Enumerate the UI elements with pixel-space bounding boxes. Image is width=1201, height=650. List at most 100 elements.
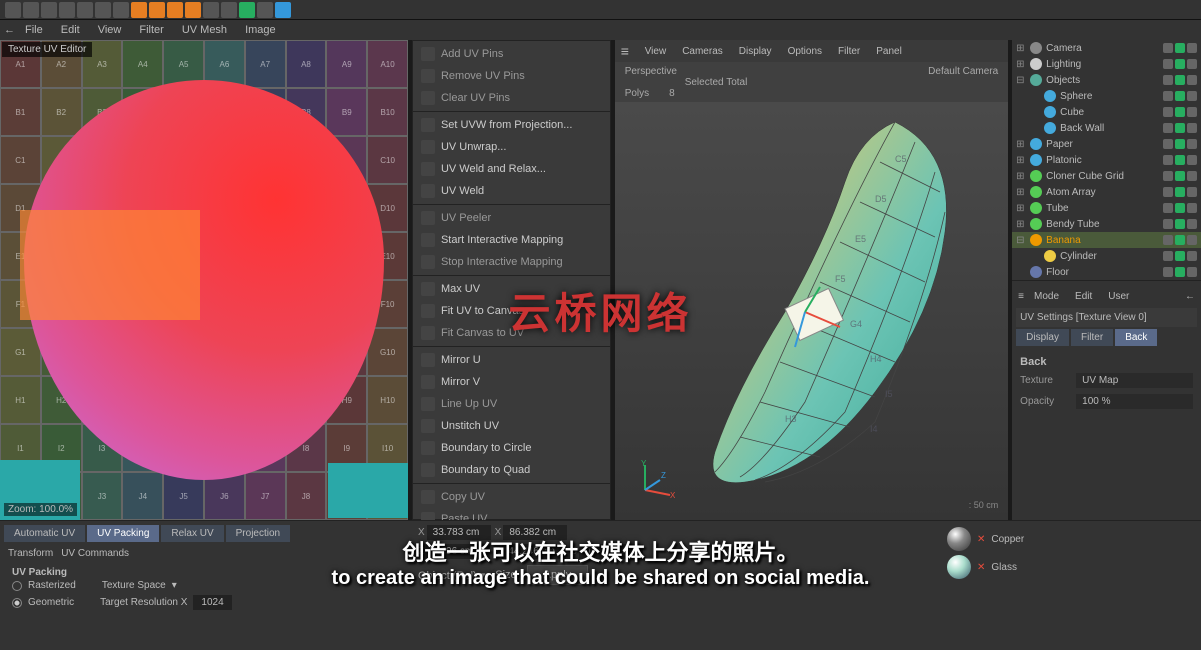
object-row[interactable]: ⊞Cloner Cube Grid bbox=[1012, 168, 1201, 184]
object-flag[interactable] bbox=[1187, 43, 1197, 53]
axis-gizmo[interactable]: X Y Z bbox=[635, 460, 675, 500]
uv-island-teal[interactable] bbox=[328, 463, 408, 518]
menu-item[interactable]: UV Weld and Relax... bbox=[413, 158, 610, 180]
expand-icon[interactable]: ⊞ bbox=[1016, 203, 1026, 214]
object-flag[interactable] bbox=[1163, 155, 1173, 165]
object-flag[interactable] bbox=[1187, 59, 1197, 69]
vp-menu-view[interactable]: View bbox=[639, 44, 673, 59]
object-flag[interactable] bbox=[1187, 187, 1197, 197]
object-row[interactable]: ⊟Objects bbox=[1012, 72, 1201, 88]
menu-view[interactable]: View bbox=[90, 22, 130, 38]
tool-icon[interactable] bbox=[185, 2, 201, 18]
object-flag[interactable] bbox=[1163, 171, 1173, 181]
object-row[interactable]: ⊞Paper bbox=[1012, 136, 1201, 152]
expand-icon[interactable]: ⊟ bbox=[1016, 235, 1026, 246]
expand-icon[interactable]: ⊞ bbox=[1016, 219, 1026, 230]
opacity-value[interactable]: 100 % bbox=[1076, 394, 1193, 409]
expand-icon[interactable]: ⊟ bbox=[1016, 75, 1026, 86]
object-flag[interactable] bbox=[1163, 267, 1173, 277]
object-flag[interactable] bbox=[1175, 187, 1185, 197]
attr-back-icon[interactable]: ← bbox=[1185, 291, 1195, 302]
object-flag[interactable] bbox=[1163, 187, 1173, 197]
object-flag[interactable] bbox=[1163, 219, 1173, 229]
object-flag[interactable] bbox=[1163, 251, 1173, 261]
menu-edit[interactable]: Edit bbox=[53, 22, 88, 38]
tool-icon[interactable] bbox=[77, 2, 93, 18]
expand-icon[interactable]: ⊞ bbox=[1016, 187, 1026, 198]
object-flag[interactable] bbox=[1163, 59, 1173, 69]
object-flag[interactable] bbox=[1187, 235, 1197, 245]
texture-value[interactable]: UV Map bbox=[1076, 373, 1193, 388]
vp-menu-display[interactable]: Display bbox=[733, 44, 778, 59]
object-flag[interactable] bbox=[1175, 59, 1185, 69]
object-row[interactable]: Back Wall bbox=[1012, 120, 1201, 136]
tab-automatic-uv[interactable]: Automatic UV bbox=[4, 525, 85, 542]
material-delete-icon[interactable]: ✕ bbox=[977, 562, 985, 573]
object-flag[interactable] bbox=[1175, 235, 1185, 245]
uv-canvas[interactable]: A1A2A3A4A5A6A7A8A9A10B1B2B3B4B5B6B7B8B9B… bbox=[0, 40, 408, 520]
object-row[interactable]: Cube bbox=[1012, 104, 1201, 120]
object-flag[interactable] bbox=[1175, 107, 1185, 117]
menu-item[interactable]: Mirror V bbox=[413, 371, 610, 393]
object-flag[interactable] bbox=[1175, 171, 1185, 181]
chevron-down-icon[interactable]: ▾ bbox=[172, 580, 177, 591]
attr-tab-filter[interactable]: Filter bbox=[1071, 329, 1113, 346]
material-name[interactable]: Copper bbox=[991, 534, 1024, 545]
subtab-transform[interactable]: Transform bbox=[8, 548, 53, 559]
material-swatch[interactable] bbox=[947, 555, 971, 579]
object-flag[interactable] bbox=[1175, 91, 1185, 101]
expand-icon[interactable]: ⊞ bbox=[1016, 171, 1026, 182]
expand-icon[interactable]: ⊞ bbox=[1016, 59, 1026, 70]
radio-rasterized[interactable] bbox=[12, 581, 22, 591]
tab-projection[interactable]: Projection bbox=[226, 525, 290, 542]
target-res-value[interactable]: 1024 bbox=[193, 595, 231, 610]
tool-icon[interactable] bbox=[167, 2, 183, 18]
menu-item[interactable]: UV Weld bbox=[413, 180, 610, 202]
tool-icon[interactable] bbox=[221, 2, 237, 18]
object-flag[interactable] bbox=[1187, 155, 1197, 165]
menu-item[interactable]: Set UVW from Projection... bbox=[413, 114, 610, 136]
object-flag[interactable] bbox=[1187, 267, 1197, 277]
object-flag[interactable] bbox=[1187, 123, 1197, 133]
object-flag[interactable] bbox=[1175, 203, 1185, 213]
vp-menu-panel[interactable]: Panel bbox=[870, 44, 908, 59]
uv-island-selected[interactable] bbox=[20, 210, 200, 320]
object-flag[interactable] bbox=[1163, 75, 1173, 85]
back-arrow-icon[interactable]: ← bbox=[4, 24, 15, 36]
object-flag[interactable] bbox=[1175, 155, 1185, 165]
object-flag[interactable] bbox=[1175, 75, 1185, 85]
subtab-uv-commands[interactable]: UV Commands bbox=[61, 548, 129, 559]
object-flag[interactable] bbox=[1175, 251, 1185, 261]
expand-icon[interactable]: ⊞ bbox=[1016, 139, 1026, 150]
attr-tab-display[interactable]: Display bbox=[1016, 329, 1069, 346]
object-row[interactable]: Cylinder bbox=[1012, 248, 1201, 264]
object-flag[interactable] bbox=[1175, 139, 1185, 149]
tool-icon[interactable] bbox=[59, 2, 75, 18]
object-flag[interactable] bbox=[1163, 203, 1173, 213]
material-swatch[interactable] bbox=[947, 527, 971, 551]
vp-menu-cameras[interactable]: Cameras bbox=[676, 44, 729, 59]
tool-icon[interactable] bbox=[95, 2, 111, 18]
menu-filter[interactable]: Filter bbox=[131, 22, 171, 38]
object-flag[interactable] bbox=[1187, 219, 1197, 229]
tool-icon[interactable] bbox=[149, 2, 165, 18]
tool-icon[interactable] bbox=[275, 2, 291, 18]
menu-item[interactable]: UV Unwrap... bbox=[413, 136, 610, 158]
attr-tab-back[interactable]: Back bbox=[1115, 329, 1157, 346]
object-flag[interactable] bbox=[1163, 235, 1173, 245]
object-row[interactable]: ⊞Atom Array bbox=[1012, 184, 1201, 200]
object-flag[interactable] bbox=[1163, 107, 1173, 117]
object-row[interactable]: ⊞Platonic bbox=[1012, 152, 1201, 168]
object-flag[interactable] bbox=[1175, 123, 1185, 133]
object-flag[interactable] bbox=[1187, 107, 1197, 117]
object-flag[interactable] bbox=[1187, 91, 1197, 101]
menu-item[interactable]: Boundary to Circle bbox=[413, 437, 610, 459]
object-flag[interactable] bbox=[1163, 139, 1173, 149]
tab-relax-uv[interactable]: Relax UV bbox=[161, 525, 223, 542]
hamburger-icon[interactable]: ≡ bbox=[621, 43, 635, 59]
attr-user[interactable]: User bbox=[1102, 289, 1135, 304]
object-flag[interactable] bbox=[1187, 75, 1197, 85]
object-row[interactable]: ⊞Lighting bbox=[1012, 56, 1201, 72]
object-flag[interactable] bbox=[1187, 203, 1197, 213]
tool-icon[interactable] bbox=[5, 2, 21, 18]
